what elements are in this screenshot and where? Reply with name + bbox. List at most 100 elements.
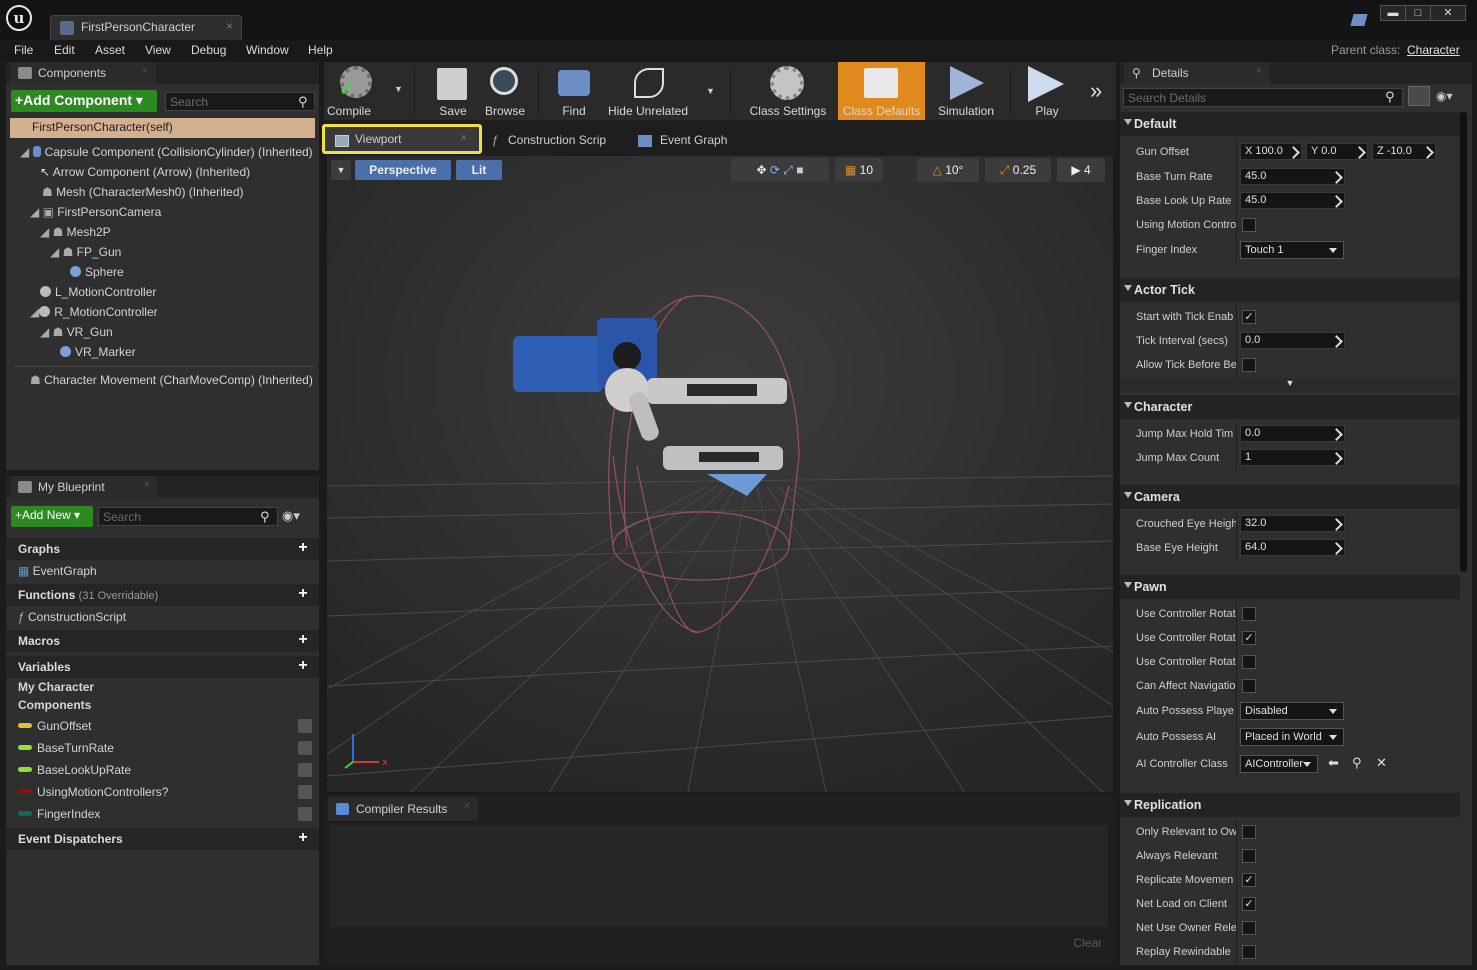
- play-button[interactable]: Play: [1016, 62, 1078, 120]
- event-dispatchers-section[interactable]: Event Dispatchers +: [6, 828, 319, 850]
- auto-possess-player-dropdown[interactable]: Disabled: [1240, 702, 1344, 720]
- class-settings-button[interactable]: Class Settings: [742, 62, 834, 120]
- find-button[interactable]: Find: [548, 62, 600, 120]
- my-blueprint-tab[interactable]: My Blueprint ×: [10, 476, 158, 498]
- hide-unrelated-dropdown[interactable]: ▼: [706, 86, 715, 96]
- document-tab[interactable]: FirstPersonCharacter ×: [50, 15, 242, 40]
- close-tab-icon[interactable]: ×: [1256, 65, 1262, 77]
- clear-button[interactable]: Clear: [1073, 936, 1102, 950]
- browse-asset-icon[interactable]: ⚲: [1352, 755, 1362, 771]
- checkbox[interactable]: ✓: [1242, 631, 1256, 645]
- close-tab-icon[interactable]: ×: [144, 479, 150, 491]
- details-search-input[interactable]: Search Details: [1123, 88, 1403, 107]
- viewport-tab[interactable]: Viewport ×: [322, 124, 482, 154]
- tree-item[interactable]: ◢ ☗ FP_Gun: [50, 242, 121, 262]
- grid-snap-button[interactable]: ▦ 10: [835, 158, 883, 182]
- components-search-input[interactable]: Search: [165, 92, 315, 111]
- tree-item[interactable]: ☗ Character Movement (CharMoveComp) (Inh…: [30, 370, 313, 390]
- base-look-up-rate-field[interactable]: 45.0: [1240, 192, 1345, 209]
- add-macro-button[interactable]: +: [295, 632, 311, 648]
- compile-options-dropdown[interactable]: ▼: [394, 84, 403, 94]
- tree-item[interactable]: ◢ Capsule Component (CollisionCylinder) …: [20, 142, 313, 162]
- checkbox[interactable]: ✓: [1242, 897, 1256, 911]
- hide-unrelated-button[interactable]: Hide Unrelated ▼: [602, 62, 715, 120]
- pawn-section[interactable]: Pawn: [1120, 575, 1460, 599]
- save-button[interactable]: Save: [428, 62, 478, 120]
- event-graph-tab[interactable]: Event Graph: [630, 129, 750, 153]
- default-section[interactable]: Default: [1120, 112, 1460, 136]
- source-control-icon[interactable]: [1350, 14, 1368, 26]
- component-root[interactable]: FirstPersonCharacter(self): [10, 118, 315, 138]
- tree-item[interactable]: L_MotionController: [40, 282, 156, 302]
- clear-icon[interactable]: ✕: [1376, 755, 1387, 771]
- ai-controller-class-dropdown[interactable]: AIController: [1240, 755, 1318, 773]
- checkbox[interactable]: [1242, 825, 1256, 839]
- gun-offset-y-field[interactable]: Y 0.0: [1306, 143, 1368, 160]
- parent-class-link[interactable]: Character: [1407, 43, 1460, 57]
- menu-help[interactable]: Help: [308, 43, 333, 57]
- viewport-options-dropdown[interactable]: ▼: [331, 160, 351, 180]
- visibility-icon[interactable]: [298, 807, 312, 821]
- property-matrix-icon[interactable]: [1408, 86, 1430, 106]
- checkbox[interactable]: [1242, 679, 1256, 693]
- perspective-button[interactable]: Perspective: [355, 160, 451, 180]
- maximize-button[interactable]: □: [1405, 5, 1431, 21]
- close-tab-icon[interactable]: ×: [464, 800, 470, 812]
- visibility-icon[interactable]: [298, 785, 312, 799]
- character-section[interactable]: Character: [1120, 395, 1460, 419]
- actor-tick-section[interactable]: Actor Tick: [1120, 278, 1460, 302]
- checkbox[interactable]: ✓: [1242, 873, 1256, 887]
- visibility-icon[interactable]: [298, 763, 312, 777]
- transform-tools[interactable]: ✥ ⟳ ⤢ ■: [731, 158, 829, 182]
- browse-button[interactable]: Browse: [480, 62, 530, 120]
- add-dispatcher-button[interactable]: +: [295, 830, 311, 846]
- event-graph-item[interactable]: ▦ EventGraph: [18, 560, 97, 582]
- checkbox[interactable]: [1242, 849, 1256, 863]
- simulation-button[interactable]: Simulation: [928, 62, 1004, 120]
- jump-hold-field[interactable]: 0.0: [1240, 425, 1345, 442]
- variable-row[interactable]: BaseTurnRate: [6, 737, 319, 759]
- variable-row[interactable]: BaseLookUpRate: [6, 759, 319, 781]
- lit-button[interactable]: Lit: [456, 160, 502, 180]
- checkbox[interactable]: [1242, 655, 1256, 669]
- tree-item[interactable]: VR_Marker: [60, 342, 136, 362]
- tick-interval-field[interactable]: 0.0: [1240, 332, 1345, 349]
- tree-item[interactable]: ◢ ▣ FirstPersonCamera: [30, 202, 161, 222]
- graphs-section[interactable]: Graphs +: [6, 538, 319, 560]
- tree-item[interactable]: ◢ ☗ VR_Gun: [40, 322, 113, 342]
- base-eye-field[interactable]: 64.0: [1240, 539, 1345, 556]
- eye-icon[interactable]: ◉▾: [1436, 89, 1453, 103]
- tree-item[interactable]: Sphere: [70, 262, 124, 282]
- use-selected-icon[interactable]: ⬅: [1328, 755, 1339, 771]
- construction-script-tab[interactable]: ƒ Construction Scrip: [484, 129, 620, 153]
- tree-item[interactable]: ◢ ☗ Mesh2P: [40, 222, 111, 242]
- details-tab[interactable]: ⚲ Details ×: [1124, 62, 1270, 84]
- using-motion-checkbox[interactable]: [1242, 218, 1256, 232]
- camera-section[interactable]: Camera: [1120, 485, 1460, 509]
- more-toolbar-icon[interactable]: »: [1090, 78, 1102, 104]
- base-turn-rate-field[interactable]: 45.0: [1240, 168, 1345, 185]
- gun-offset-x-field[interactable]: X 100.0: [1240, 143, 1302, 160]
- minimize-button[interactable]: ▬: [1380, 5, 1406, 21]
- variables-section[interactable]: Variables +: [6, 656, 319, 678]
- macros-section[interactable]: Macros +: [6, 630, 319, 652]
- close-tab-icon[interactable]: ×: [226, 19, 233, 33]
- visibility-icon[interactable]: [298, 719, 312, 733]
- close-window-button[interactable]: ✕: [1430, 5, 1466, 21]
- components-tab[interactable]: Components ×: [10, 62, 156, 84]
- checkbox[interactable]: [1242, 607, 1256, 621]
- unreal-logo-icon[interactable]: u: [6, 5, 32, 31]
- construction-script-item[interactable]: ƒ ConstructionScript: [18, 606, 126, 628]
- add-component-button[interactable]: +Add Component ▾: [11, 90, 157, 112]
- jump-count-field[interactable]: 1: [1240, 449, 1345, 466]
- variable-row[interactable]: FingerIndex: [6, 803, 319, 825]
- visibility-icon[interactable]: [298, 741, 312, 755]
- menu-view[interactable]: View: [145, 43, 171, 57]
- scale-snap-button[interactable]: ⤢ 0.25: [985, 158, 1051, 182]
- add-variable-button[interactable]: +: [295, 658, 311, 674]
- start-tick-checkbox[interactable]: ✓: [1242, 310, 1256, 324]
- add-new-button[interactable]: +Add New ▾: [11, 506, 93, 527]
- components-category[interactable]: Components: [18, 698, 91, 712]
- functions-section[interactable]: Functions (31 Overridable) +: [6, 584, 319, 606]
- variable-row[interactable]: UsingMotionControllers?: [6, 781, 319, 803]
